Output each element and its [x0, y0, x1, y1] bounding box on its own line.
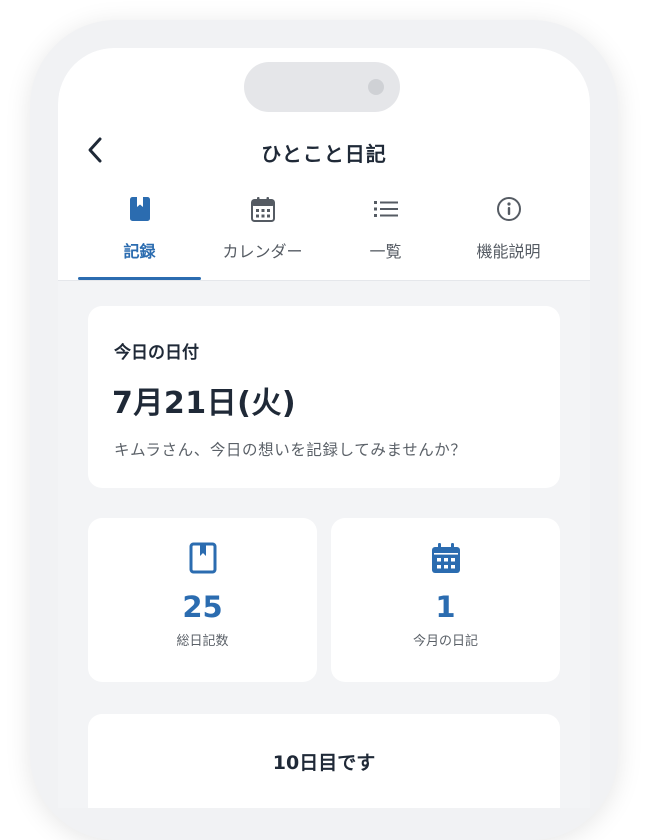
list-icon — [373, 201, 398, 217]
stat-total-label: 総日記数 — [176, 634, 229, 649]
today-message: キムラさん、今日の想いを記録してみませんか？ — [114, 441, 467, 459]
tab-help[interactable]: 機能説明 — [447, 194, 570, 280]
tab-bar: 記録 カレンダー 一覧 機能説明 — [78, 194, 570, 280]
calendar-icon — [250, 197, 275, 222]
tab-record[interactable]: 記録 — [78, 194, 201, 280]
tab-label: 一覧 — [369, 242, 402, 261]
today-date: 7月21日(火) — [112, 386, 297, 421]
book-icon — [189, 542, 216, 574]
calendar-icon — [431, 543, 460, 573]
stat-total-value: 25 — [182, 590, 223, 624]
tab-list[interactable]: 一覧 — [324, 194, 447, 280]
camera-dot — [368, 79, 384, 95]
streak-card: 10日目です — [88, 714, 560, 808]
streak-title: 10日目です — [272, 752, 376, 774]
tab-calendar[interactable]: カレンダー — [201, 194, 324, 280]
stat-month-value: 1 — [435, 590, 456, 624]
app-header: ひとこと日記 記録 カレンダー 一覧 機能説明 — [58, 48, 590, 281]
stat-month-card: 1 今月の日記 — [331, 518, 560, 682]
bookmark-book-icon — [129, 197, 150, 221]
app-screen: ひとこと日記 記録 カレンダー 一覧 機能説明 今日の日付 7月21日(火) キ… — [58, 48, 590, 808]
tab-label: カレンダー — [222, 242, 303, 261]
info-icon — [496, 197, 521, 221]
today-label: 今日の日付 — [114, 343, 199, 363]
today-card: 今日の日付 7月21日(火) キムラさん、今日の想いを記録してみませんか？ — [88, 306, 560, 488]
page-title: ひとこと日記 — [261, 142, 387, 166]
stat-total-card: 25 総日記数 — [88, 518, 317, 682]
dynamic-island — [244, 62, 400, 112]
stat-month-label: 今月の日記 — [412, 634, 478, 649]
tab-label: 機能説明 — [476, 242, 541, 261]
tab-label: 記録 — [123, 242, 156, 261]
